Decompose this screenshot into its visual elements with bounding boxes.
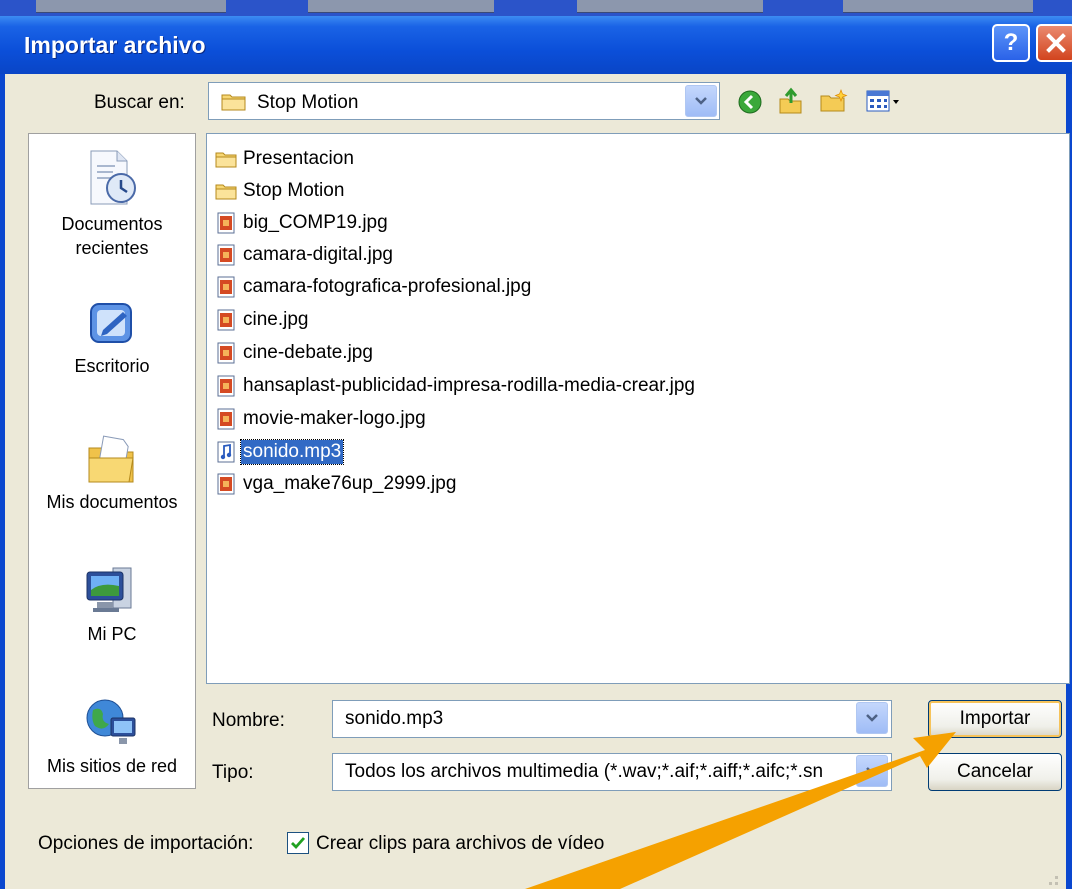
- file-name: cine.jpg: [243, 309, 309, 330]
- chevron-down-icon: [695, 97, 707, 105]
- audio-file-icon: [217, 441, 235, 463]
- resize-grip[interactable]: [1049, 882, 1052, 885]
- file-list[interactable]: Presentacion Stop Motion big_COMP19.jpg …: [206, 133, 1070, 684]
- check-icon: [291, 837, 306, 850]
- file-name: hansaplast-publicidad-impresa-rodilla-me…: [243, 375, 695, 396]
- import-options-label: Opciones de importación:: [38, 833, 254, 854]
- create-clips-label[interactable]: Crear clips para archivos de vídeo: [316, 833, 604, 855]
- place-label: Mi PC: [87, 624, 137, 644]
- chevron-down-icon: [866, 714, 878, 722]
- file-name: Presentacion: [243, 148, 354, 169]
- network-places-icon: [86, 699, 136, 744]
- file-item-image[interactable]: camara-fotografica-profesional.jpg: [215, 272, 533, 302]
- file-name: Stop Motion: [243, 180, 345, 201]
- create-clips-checkbox[interactable]: [287, 832, 309, 854]
- filetype-value: Todos los archivos multimedia (*.wav;*.a…: [345, 761, 824, 782]
- filename-field[interactable]: sonido.mp3: [332, 700, 892, 738]
- folder-icon: [215, 184, 237, 200]
- file-item-image[interactable]: camara-digital.jpg: [215, 240, 395, 270]
- filename-value: sonido.mp3: [345, 708, 444, 729]
- file-name: cine-debate.jpg: [243, 342, 373, 363]
- folder-icon: [215, 152, 237, 168]
- place-label: Documentos recientes: [61, 214, 163, 258]
- file-item-image[interactable]: big_COMP19.jpg: [215, 208, 390, 238]
- cancel-button[interactable]: Cancelar: [928, 753, 1062, 791]
- resize-grip[interactable]: [1055, 882, 1058, 885]
- back-icon[interactable]: [737, 89, 763, 115]
- place-my-computer[interactable]: Mi PC: [29, 562, 195, 646]
- chevron-down-icon: [866, 767, 878, 775]
- place-network[interactable]: Mis sitios de red: [29, 694, 195, 778]
- filetype-select[interactable]: Todos los archivos multimedia (*.wav;*.a…: [332, 753, 892, 791]
- file-name: sonido.mp3: [239, 439, 345, 465]
- desktop-icon: [90, 303, 132, 343]
- import-button[interactable]: Importar: [928, 700, 1062, 738]
- file-name: movie-maker-logo.jpg: [243, 408, 426, 429]
- image-file-icon: [217, 473, 235, 495]
- file-name: vga_make76up_2999.jpg: [243, 473, 457, 494]
- place-recent-documents[interactable]: Documentos recientes: [29, 148, 195, 260]
- folder-icon: [221, 94, 246, 111]
- dialog-title: Importar archivo: [24, 32, 206, 58]
- file-name: camara-fotografica-profesional.jpg: [243, 276, 532, 297]
- lookin-value: Stop Motion: [257, 92, 359, 113]
- file-item-image[interactable]: cine-debate.jpg: [215, 338, 375, 368]
- my-computer-icon: [86, 567, 132, 612]
- strip-tab: [308, 0, 494, 13]
- my-documents-icon: [88, 435, 134, 483]
- help-button[interactable]: ?: [992, 24, 1030, 62]
- file-item-image[interactable]: cine.jpg: [215, 305, 311, 335]
- image-file-icon: [217, 244, 235, 266]
- lookin-dropdown-arrow[interactable]: [685, 85, 717, 117]
- file-item-audio[interactable]: sonido.mp3: [215, 437, 345, 467]
- close-icon: [1046, 33, 1066, 53]
- filename-label: Nombre:: [212, 710, 285, 731]
- file-name: big_COMP19.jpg: [243, 212, 388, 233]
- close-button[interactable]: [1036, 24, 1072, 62]
- place-label: Escritorio: [74, 356, 150, 376]
- new-folder-icon[interactable]: [819, 88, 849, 114]
- place-label: Mis sitios de red: [46, 756, 178, 776]
- image-file-icon: [217, 408, 235, 430]
- resize-grip[interactable]: [1055, 876, 1058, 879]
- strip-tab: [36, 0, 226, 13]
- image-file-icon: [217, 342, 235, 364]
- filename-dropdown-arrow[interactable]: [856, 702, 888, 734]
- image-file-icon: [217, 309, 235, 331]
- dialog-border-left: [0, 74, 5, 889]
- filetype-label: Tipo:: [212, 762, 254, 783]
- file-item-folder[interactable]: Presentacion: [215, 144, 356, 174]
- file-item-image[interactable]: vga_make76up_2999.jpg: [215, 469, 458, 499]
- view-menu-icon[interactable]: [866, 89, 902, 113]
- lookin-label: Buscar en:: [94, 92, 185, 113]
- place-my-documents[interactable]: Mis documentos: [29, 434, 195, 514]
- image-file-icon: [217, 375, 235, 397]
- recent-documents-icon: [90, 150, 136, 205]
- place-label: Mis documentos: [46, 492, 178, 512]
- strip-tab: [577, 0, 763, 13]
- image-file-icon: [217, 276, 235, 298]
- file-item-image[interactable]: movie-maker-logo.jpg: [215, 404, 428, 434]
- places-bar: Documentos recientes Escritorio Mis docu…: [28, 133, 196, 789]
- file-name: camara-digital.jpg: [243, 244, 393, 265]
- file-item-image[interactable]: hansaplast-publicidad-impresa-rodilla-me…: [215, 371, 697, 401]
- strip-tab: [843, 0, 1033, 13]
- file-item-folder[interactable]: Stop Motion: [215, 176, 346, 206]
- image-file-icon: [217, 212, 235, 234]
- lookin-combo[interactable]: Stop Motion: [208, 82, 720, 120]
- up-folder-icon[interactable]: [777, 87, 803, 115]
- place-desktop[interactable]: Escritorio: [29, 300, 195, 378]
- filetype-dropdown-arrow[interactable]: [856, 755, 888, 787]
- taskbar-strip: [0, 0, 1072, 16]
